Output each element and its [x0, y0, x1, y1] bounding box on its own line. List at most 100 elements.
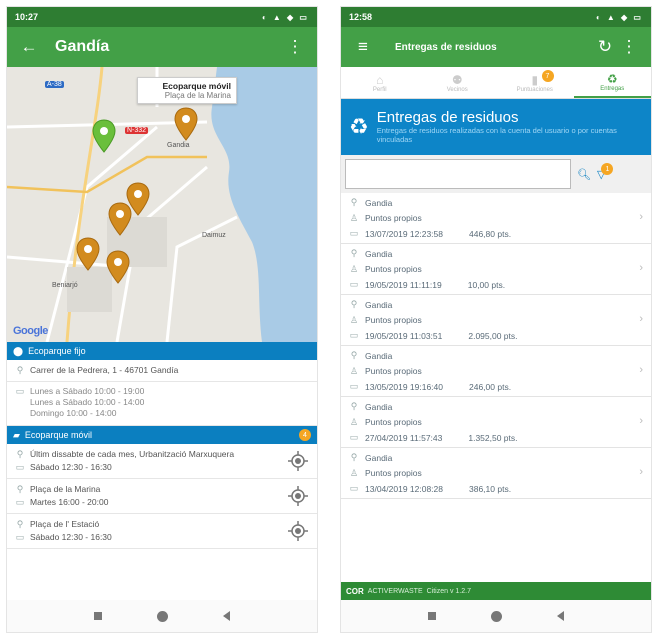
- entry-points: 1.352,50 pts.: [468, 432, 518, 443]
- tab-label: Puntuaciones: [516, 86, 553, 93]
- movil-list-item[interactable]: ⚲ Plaça de l' Estació ▭ Sábado 12:30 - 1…: [7, 514, 317, 549]
- entry-place: Gandia: [365, 197, 393, 208]
- entry-date: 13/04/2019 12:08:28: [365, 483, 443, 494]
- town-label-daimus: Daimuz: [202, 232, 226, 239]
- movil-list-item[interactable]: ⚲ Plaça de la Marina ▭ Martes 16:00 - 20…: [7, 479, 317, 514]
- home-icon[interactable]: [157, 610, 168, 622]
- entry-type: Puntos propios: [365, 366, 422, 377]
- google-logo: Google: [13, 325, 48, 337]
- fijo-address-row[interactable]: ⚲ Carrer de la Pedrera, 1 - 46701 Gandía: [7, 360, 317, 382]
- calendar-icon: ▭: [15, 497, 25, 507]
- movil-place: Últim dissabte de cada mes, Urbanització…: [30, 449, 235, 459]
- more-vert-icon[interactable]: ⋮: [283, 35, 307, 59]
- tab-bar: ⌂ Perfil ⚉ Vecinos ▮ Puntuaciones 7 ♻ En…: [341, 67, 651, 99]
- status-bar: 10:27 ◐ ▲ ◆ ▭: [7, 7, 317, 27]
- calendar-icon: ▭: [349, 381, 359, 392]
- entry-date: 13/07/2019 12:23:58: [365, 228, 443, 239]
- recents-icon[interactable]: [428, 612, 436, 620]
- recycle-icon: ♻: [349, 114, 369, 139]
- menu-icon[interactable]: ≡: [351, 35, 375, 59]
- map-pin-orange-icon[interactable]: [75, 237, 101, 271]
- entry-points: 10,00 pts.: [467, 279, 506, 290]
- list-item[interactable]: ⚲ Gandia ♙ Puntos propios ▭ 27/04/2019 11:5…: [341, 397, 651, 448]
- list-item[interactable]: ⚲ Gandia ♙ Puntos propios ▭ 19/05/2019 11:0…: [341, 295, 651, 346]
- search-input[interactable]: [345, 159, 571, 189]
- tab-label: Vecinos: [446, 86, 468, 93]
- locate-target-icon[interactable]: [287, 450, 309, 472]
- refresh-icon[interactable]: ↻: [593, 35, 617, 59]
- list-item[interactable]: ⚲ Gandia ♙ Puntos propios ▭ 19/05/2019 11:1…: [341, 244, 651, 295]
- entry-points: 246,00 pts.: [469, 381, 512, 392]
- location-pin-icon: ⚲: [16, 449, 24, 459]
- tab-badge: 7: [541, 70, 554, 82]
- recents-icon[interactable]: [94, 612, 102, 620]
- calendar-icon: ▭: [349, 279, 359, 290]
- calendar-icon: ▭: [349, 432, 359, 443]
- map-pin-orange-icon[interactable]: [107, 202, 133, 236]
- map-callout[interactable]: Ecoparque móvil Plaça de la Marina: [137, 77, 237, 104]
- map-pin-orange-icon[interactable]: [173, 107, 199, 141]
- back-icon[interactable]: [557, 611, 564, 621]
- map-view[interactable]: A-38 N-332 Daimuz Beniarjó Gandia Ecopar…: [7, 67, 317, 342]
- locate-target-icon[interactable]: [287, 520, 309, 542]
- section-header-fijo: ⬤ Ecoparque fijo: [7, 342, 317, 360]
- location-pin-icon: ⬤: [13, 345, 24, 356]
- callout-title: Ecoparque móvil: [162, 81, 232, 91]
- tab-entregas[interactable]: ♻ Entregas: [573, 67, 651, 98]
- chevron-right-icon: ›: [639, 211, 643, 223]
- locate-target-icon[interactable]: [287, 485, 309, 507]
- location-pin-icon: ⚲: [350, 299, 358, 310]
- entry-place: Gandia: [365, 248, 393, 259]
- location-pin-icon: ⚲: [350, 452, 358, 463]
- movil-list-item[interactable]: ⚲ Últim dissabte de cada mes, Urbanitzac…: [7, 444, 317, 479]
- search-icon[interactable]: 🔍︎: [577, 168, 591, 181]
- app-bar: ← Gandía ⋮: [7, 27, 317, 67]
- list-item[interactable]: ⚲ Gandia ♙ Puntos propios ▭ 13/04/2019 12:0…: [341, 448, 651, 499]
- map-pin-orange-icon[interactable]: [105, 250, 131, 284]
- movil-place: Plaça de l' Estació: [30, 519, 100, 529]
- location-pin-icon: ⚲: [16, 484, 24, 494]
- movil-place: Plaça de la Marina: [30, 484, 101, 494]
- tab-label: Perfil: [372, 86, 387, 93]
- person-icon: ♙: [349, 263, 359, 274]
- fijo-hours-line: Lunes a Sábado 10:00 - 19:00: [30, 386, 145, 396]
- movil-time: Sábado 12:30 - 16:30: [30, 462, 112, 472]
- map-pin-green-icon[interactable]: [91, 119, 117, 153]
- tab-label: Entregas: [600, 85, 625, 92]
- status-time: 12:58: [349, 12, 373, 22]
- entry-type: Puntos propios: [365, 315, 422, 326]
- list-item[interactable]: ⚲ Gandia ♙ Puntos propios ▭ 13/07/2019 12:2…: [341, 193, 651, 244]
- movil-count-badge: 4: [299, 429, 311, 441]
- road-label-n332: N-332: [125, 127, 149, 134]
- person-icon: ♙: [349, 314, 359, 325]
- entry-type: Puntos propios: [365, 417, 422, 428]
- tab-perfil[interactable]: ⌂ Perfil: [341, 67, 419, 98]
- chevron-right-icon: ›: [639, 415, 643, 427]
- banner-subtitle: Entregas de residuos realizadas con la c…: [376, 126, 617, 144]
- map-base: [7, 67, 317, 342]
- entry-place: Gandia: [365, 299, 393, 310]
- banner-title: Entregas de residuos: [376, 109, 519, 126]
- footer-brand: COR: [346, 586, 364, 596]
- chevron-right-icon: ›: [639, 466, 643, 478]
- chevron-right-icon: ›: [639, 262, 643, 274]
- page-title: Entregas de residuos: [395, 41, 497, 53]
- more-vert-icon[interactable]: ⋮: [617, 35, 641, 59]
- section-title-fijo: Ecoparque fijo: [28, 346, 86, 356]
- callout-subtitle: Plaça de la Marina: [164, 91, 231, 100]
- phone-screen-map: 10:27 ◐ ▲ ◆ ▭ ← Gandía ⋮ A-38 N-332 Daim…: [6, 6, 318, 633]
- back-icon[interactable]: [223, 611, 230, 621]
- list-item[interactable]: ⚲ Gandia ♙ Puntos propios ▭ 13/05/2019 19:1…: [341, 346, 651, 397]
- calendar-icon: ▭: [349, 330, 359, 341]
- location-pin-icon: ⚲: [350, 248, 358, 259]
- tab-puntuaciones[interactable]: ▮ Puntuaciones 7: [496, 67, 574, 98]
- app-footer: COR ACTIVERWASTE Citizen v 1.2.7: [341, 582, 651, 600]
- home-icon[interactable]: [491, 610, 502, 622]
- movil-time: Sábado 12:30 - 16:30: [30, 532, 112, 542]
- calendar-icon: ▭: [349, 228, 359, 239]
- back-arrow-icon[interactable]: ←: [17, 35, 41, 59]
- fijo-hours-row: ▭ Lunes a Sábado 10:00 - 19:00 Lunes a S…: [7, 382, 317, 426]
- town-label-beniarjo: Beniarjó: [52, 282, 78, 289]
- search-bar: 🔍︎ ▽ 1: [341, 155, 651, 193]
- tab-vecinos[interactable]: ⚉ Vecinos: [419, 67, 497, 98]
